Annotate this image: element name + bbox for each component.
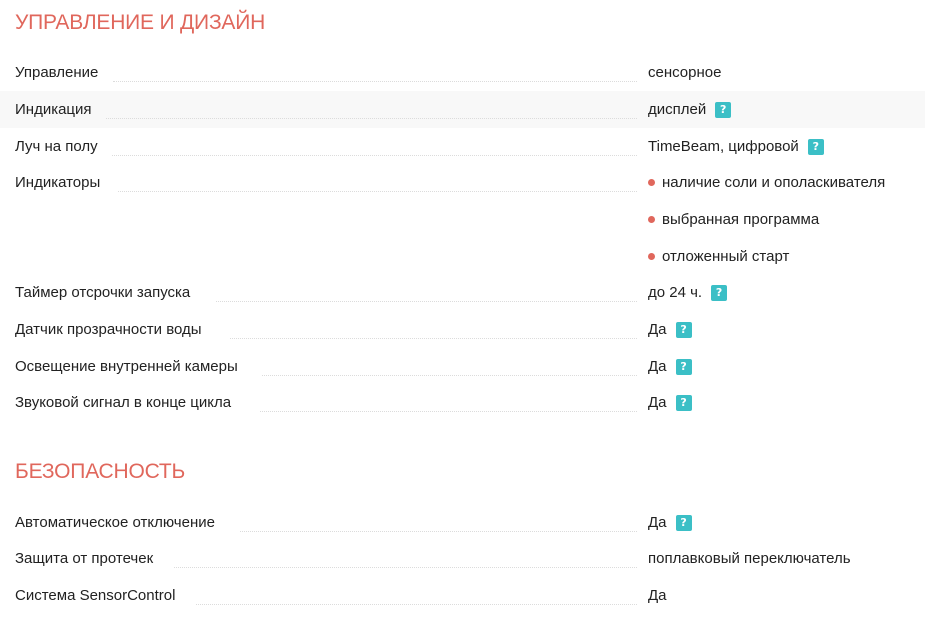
spec-label: Индикация — [15, 101, 92, 118]
spec-label: Система SensorControl — [15, 587, 176, 604]
spec-value: Да ? — [648, 504, 692, 541]
spec-label: Таймер отсрочки запуска — [15, 284, 191, 301]
spec-row-sensorcontrol: Система SensorControl Да — [0, 577, 925, 614]
section-title-safety: БЕЗОПАСНОСТЬ — [15, 460, 186, 483]
dotted-leader — [106, 118, 637, 119]
spec-row-water-sensor: Датчик прозрачности воды Да ? — [0, 311, 925, 348]
spec-label: Управление — [15, 64, 99, 81]
spec-label: Звуковой сигнал в конце цикла — [15, 394, 232, 411]
section-title-controls: УПРАВЛЕНИЕ И ДИЗАЙН — [15, 11, 266, 34]
bullet-dot-icon — [648, 253, 655, 260]
spec-row-floor-beam: Луч на полу TimeBeam, цифровой ? — [0, 128, 925, 165]
spec-row-end-signal: Звуковой сигнал в конце цикла Да ? — [0, 384, 925, 421]
help-icon[interactable]: ? — [675, 394, 692, 411]
spec-value: поплавковый переключатель — [648, 550, 851, 567]
dotted-leader — [118, 191, 637, 192]
spec-row-control: Управление сенсорное — [0, 54, 925, 91]
spec-row-interior-light: Освещение внутренней камеры Да ? — [0, 348, 925, 385]
bullet-dot-icon — [648, 216, 655, 223]
spec-label: Датчик прозрачности воды — [15, 321, 202, 338]
spec-value: сенсорное — [648, 64, 722, 81]
dotted-leader — [113, 81, 637, 82]
spec-label: Автоматическое отключение — [15, 514, 215, 531]
bullet-dot-icon — [648, 179, 655, 186]
spec-row-auto-shutoff: Автоматическое отключение Да ? — [0, 504, 925, 541]
spec-value: Да — [648, 587, 667, 604]
help-icon[interactable]: ? — [711, 284, 728, 301]
spec-row-delay-timer: Таймер отсрочки запуска до 24 ч. ? — [0, 274, 925, 311]
spec-value: Да ? — [648, 384, 692, 421]
help-icon[interactable]: ? — [675, 514, 692, 531]
spec-label: Луч на полу — [15, 138, 98, 155]
spec-row-indicators: Индикаторы наличие соли и ополаскивателя… — [0, 164, 925, 275]
spec-row-leak-protection: Защита от протечек поплавковый переключа… — [0, 540, 925, 577]
spec-label: Освещение внутренней камеры — [15, 358, 238, 375]
dotted-leader — [240, 531, 637, 532]
help-icon[interactable]: ? — [675, 358, 692, 375]
indicator-list-item: наличие соли и ополаскивателя — [648, 164, 885, 201]
spec-row-indication: Индикация дисплей ? — [0, 91, 925, 128]
spec-value: до 24 ч. ? — [648, 274, 728, 311]
help-icon[interactable]: ? — [675, 321, 692, 338]
spec-label: Индикаторы — [15, 174, 101, 191]
dotted-leader — [260, 411, 637, 412]
dotted-leader — [196, 604, 637, 605]
dotted-leader — [262, 375, 637, 376]
dotted-leader — [174, 567, 637, 568]
indicator-list-item: выбранная программа — [648, 201, 819, 238]
spec-value: Да ? — [648, 311, 692, 348]
spec-value: Да ? — [648, 348, 692, 385]
help-icon[interactable]: ? — [807, 138, 824, 155]
spec-label: Защита от протечек — [15, 550, 154, 567]
help-icon[interactable]: ? — [715, 101, 732, 118]
spec-value: TimeBeam, цифровой ? — [648, 128, 824, 165]
dotted-leader — [216, 301, 637, 302]
dotted-leader — [230, 338, 637, 339]
dotted-leader — [112, 155, 637, 156]
indicator-list-item: отложенный старт — [648, 238, 789, 275]
spec-value: дисплей ? — [648, 91, 732, 128]
